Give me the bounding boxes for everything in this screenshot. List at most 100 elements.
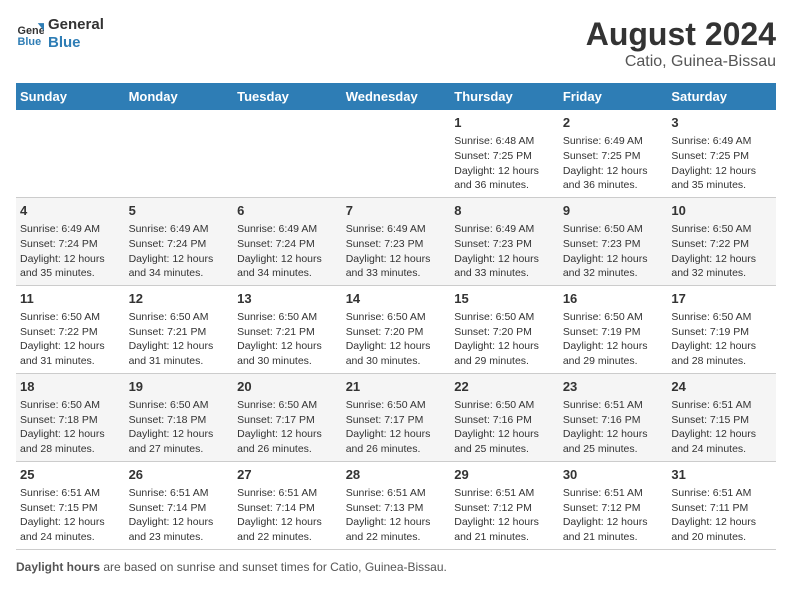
header-cell-thursday: Thursday [450,83,559,110]
week-row-5: 25Sunrise: 6:51 AMSunset: 7:15 PMDayligh… [16,461,776,549]
day-info: Sunrise: 6:49 AMSunset: 7:23 PMDaylight:… [454,222,555,281]
day-info: Sunrise: 6:51 AMSunset: 7:16 PMDaylight:… [563,398,664,457]
footer-text: are based on sunrise and sunset times fo… [100,560,447,574]
day-cell [233,110,342,197]
day-cell: 10 Sunrise: 6:50 AMSunset: 7:22 PMDayligh… [667,197,776,285]
header-cell-friday: Friday [559,83,668,110]
header-cell-wednesday: Wednesday [342,83,451,110]
day-number: 25 [20,466,121,484]
day-number: 9 [563,202,664,220]
day-info: Sunrise: 6:50 AMSunset: 7:21 PMDaylight:… [129,310,230,369]
day-number: 10 [671,202,772,220]
day-info: Sunrise: 6:51 AMSunset: 7:11 PMDaylight:… [671,486,772,545]
day-cell: 21Sunrise: 6:50 AMSunset: 7:17 PMDayligh… [342,373,451,461]
day-number: 26 [129,466,230,484]
footer-label: Daylight hours [16,560,100,574]
day-cell: 23Sunrise: 6:51 AMSunset: 7:16 PMDayligh… [559,373,668,461]
day-info: Sunrise: 6:50 AMSunset: 7:20 PMDaylight:… [454,310,555,369]
day-cell: 14 Sunrise: 6:50 AMSunset: 7:20 PMDayligh… [342,285,451,373]
day-info: Sunrise: 6:49 AMSunset: 7:24 PMDaylight:… [237,222,338,281]
day-info: Sunrise: 6:50 AMSunset: 7:21 PMDaylight:… [237,310,338,369]
day-cell [125,110,234,197]
day-number: 5 [129,202,230,220]
day-info: Sunrise: 6:50 AMSunset: 7:18 PMDaylight:… [20,398,121,457]
week-row-2: 4 Sunrise: 6:49 AMSunset: 7:24 PMDaylight… [16,197,776,285]
day-info: Sunrise: 6:50 AMSunset: 7:20 PMDaylight:… [346,310,447,369]
page-header: General Blue General Blue August 2024 Ca… [16,16,776,71]
day-info: Sunrise: 6:50 AMSunset: 7:23 PMDaylight:… [563,222,664,281]
day-cell: 26 Sunrise: 6:51 AMSunset: 7:14 PMDayligh… [125,461,234,549]
day-number: 29 [454,466,555,484]
header-cell-saturday: Saturday [667,83,776,110]
day-number: 4 [20,202,121,220]
day-number: 16 [563,290,664,308]
day-info: Sunrise: 6:51 AMSunset: 7:13 PMDaylight:… [346,486,447,545]
day-cell: 2Sunrise: 6:49 AMSunset: 7:25 PMDaylight… [559,110,668,197]
calendar-table: SundayMondayTuesdayWednesdayThursdayFrid… [16,83,776,550]
day-cell: 25Sunrise: 6:51 AMSunset: 7:15 PMDayligh… [16,461,125,549]
footer: Daylight hours are based on sunrise and … [16,560,776,574]
day-number: 3 [671,114,772,132]
week-row-1: 1 Sunrise: 6:48 AMSunset: 7:25 PMDaylight… [16,110,776,197]
day-cell: 27 Sunrise: 6:51 AMSunset: 7:14 PMDayligh… [233,461,342,549]
day-cell: 4Sunrise: 6:49 AMSunset: 7:24 PMDaylight… [16,197,125,285]
svg-text:Blue: Blue [18,36,42,48]
day-cell: 8 Sunrise: 6:49 AMSunset: 7:23 PMDaylight… [450,197,559,285]
day-info: Sunrise: 6:49 AMSunset: 7:24 PMDaylight:… [129,222,230,281]
day-cell: 1 Sunrise: 6:48 AMSunset: 7:25 PMDaylight… [450,110,559,197]
day-number: 14 [346,290,447,308]
day-cell: 19Sunrise: 6:50 AMSunset: 7:18 PMDayligh… [125,373,234,461]
day-cell: 16 Sunrise: 6:50 AMSunset: 7:19 PMDayligh… [559,285,668,373]
header-cell-monday: Monday [125,83,234,110]
subtitle: Catio, Guinea-Bissau [586,53,776,71]
day-number: 15 [454,290,555,308]
day-cell: 3 Sunrise: 6:49 AMSunset: 7:25 PMDaylight… [667,110,776,197]
day-number: 1 [454,114,555,132]
day-info: Sunrise: 6:49 AMSunset: 7:25 PMDaylight:… [671,134,772,193]
day-info: Sunrise: 6:51 AMSunset: 7:12 PMDaylight:… [563,486,664,545]
day-cell: 9 Sunrise: 6:50 AMSunset: 7:23 PMDaylight… [559,197,668,285]
day-number: 13 [237,290,338,308]
logo-line2: Blue [48,34,104,52]
day-info: Sunrise: 6:51 AMSunset: 7:15 PMDaylight:… [671,398,772,457]
day-cell: 11Sunrise: 6:50 AMSunset: 7:22 PMDayligh… [16,285,125,373]
day-cell: 7Sunrise: 6:49 AMSunset: 7:23 PMDaylight… [342,197,451,285]
day-number: 28 [346,466,447,484]
day-number: 8 [454,202,555,220]
day-cell: 30Sunrise: 6:51 AMSunset: 7:12 PMDayligh… [559,461,668,549]
day-number: 31 [671,466,772,484]
day-cell: 17 Sunrise: 6:50 AMSunset: 7:19 PMDayligh… [667,285,776,373]
day-info: Sunrise: 6:50 AMSunset: 7:17 PMDaylight:… [346,398,447,457]
day-number: 17 [671,290,772,308]
day-cell: 28 Sunrise: 6:51 AMSunset: 7:13 PMDayligh… [342,461,451,549]
day-cell: 12 Sunrise: 6:50 AMSunset: 7:21 PMDayligh… [125,285,234,373]
logo-line1: General [48,16,104,34]
day-number: 11 [20,290,121,308]
day-info: Sunrise: 6:50 AMSunset: 7:18 PMDaylight:… [129,398,230,457]
header-row: SundayMondayTuesdayWednesdayThursdayFrid… [16,83,776,110]
day-info: Sunrise: 6:50 AMSunset: 7:19 PMDaylight:… [671,310,772,369]
day-info: Sunrise: 6:49 AMSunset: 7:23 PMDaylight:… [346,222,447,281]
header-cell-tuesday: Tuesday [233,83,342,110]
day-cell [16,110,125,197]
day-info: Sunrise: 6:51 AMSunset: 7:14 PMDaylight:… [129,486,230,545]
day-info: Sunrise: 6:50 AMSunset: 7:22 PMDaylight:… [671,222,772,281]
day-info: Sunrise: 6:51 AMSunset: 7:12 PMDaylight:… [454,486,555,545]
day-info: Sunrise: 6:50 AMSunset: 7:19 PMDaylight:… [563,310,664,369]
day-cell: 22Sunrise: 6:50 AMSunset: 7:16 PMDayligh… [450,373,559,461]
main-title: August 2024 [586,16,776,53]
day-cell: 24Sunrise: 6:51 AMSunset: 7:15 PMDayligh… [667,373,776,461]
day-info: Sunrise: 6:50 AMSunset: 7:16 PMDaylight:… [454,398,555,457]
day-info: Sunrise: 6:48 AMSunset: 7:25 PMDaylight:… [454,134,555,193]
day-number: 27 [237,466,338,484]
day-cell: 6Sunrise: 6:49 AMSunset: 7:24 PMDaylight… [233,197,342,285]
day-number: 12 [129,290,230,308]
day-info: Sunrise: 6:51 AMSunset: 7:14 PMDaylight:… [237,486,338,545]
title-block: August 2024 Catio, Guinea-Bissau [586,16,776,71]
logo-icon: General Blue [16,20,44,48]
day-info: Sunrise: 6:50 AMSunset: 7:17 PMDaylight:… [237,398,338,457]
day-cell: 13 Sunrise: 6:50 AMSunset: 7:21 PMDayligh… [233,285,342,373]
day-cell: 29 Sunrise: 6:51 AMSunset: 7:12 PMDayligh… [450,461,559,549]
day-number: 18 [20,378,121,396]
day-cell: 18 Sunrise: 6:50 AMSunset: 7:18 PMDayligh… [16,373,125,461]
